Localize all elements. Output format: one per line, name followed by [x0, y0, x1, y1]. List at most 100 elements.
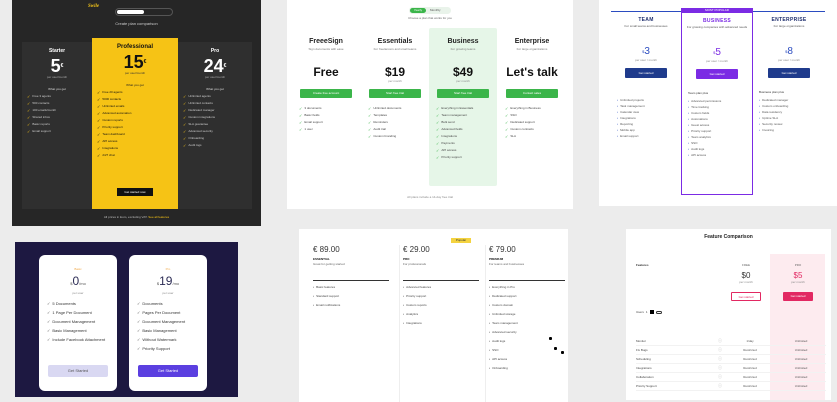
brand-logo: Swile: [88, 4, 100, 9]
plan-price: Free: [313, 65, 339, 79]
table-row: Monitor ⓘ 1/day Unlimited: [636, 337, 826, 346]
toggle-monthly[interactable]: [117, 10, 144, 14]
check-icon: ✓: [27, 101, 31, 106]
list-item: ✓ Basic Management: [47, 328, 87, 333]
start-trial-button[interactable]: Start free trial: [437, 89, 489, 98]
get-started-button[interactable]: Get started: [696, 69, 738, 79]
check-icon: ✓: [299, 106, 303, 111]
check-icon: ✓: [137, 328, 141, 333]
list-item: ✓ Email support: [27, 129, 51, 134]
plan-price: 5€: [50, 56, 64, 76]
toggle-yearly[interactable]: [149, 10, 169, 14]
plan-name: BUSINESS: [703, 18, 731, 24]
get-started-button[interactable]: Get started: [783, 292, 813, 301]
popular-badge: MOST POPULAR: [705, 8, 729, 12]
bullet-icon: •: [403, 321, 405, 325]
plan-period: [501, 79, 563, 85]
slider-handle[interactable]: [649, 310, 654, 314]
bullet-icon: •: [489, 330, 491, 334]
plan-column-free: FREE $0 per month Get started: [722, 263, 770, 301]
check-icon: ✓: [97, 146, 101, 151]
feature-comparison-tile: Feature Comparison Features FREE $0 per …: [626, 229, 831, 400]
start-trial-button[interactable]: Start free trial: [369, 89, 421, 98]
list-item: ✓ 3 documents: [299, 106, 322, 111]
check-icon: •: [759, 104, 761, 108]
feature-list: ✓ 3 documents ✓ Basic fields ✓ Email suppor…: [295, 106, 357, 132]
get-started-button[interactable]: Get started: [768, 68, 810, 78]
plan-card-starter: Starter 5€ per user/month What you get ✓…: [22, 42, 92, 209]
plan-name: Professional: [116, 44, 153, 50]
toggle-yearly[interactable]: Yearly: [410, 8, 426, 13]
list-item: • Audit logs: [489, 339, 506, 343]
bullet-icon: •: [403, 294, 405, 298]
get-started-button[interactable]: Get started: [625, 68, 667, 78]
list-item: • Email notifications: [313, 303, 341, 307]
list-item: • Custom reports: [403, 303, 427, 307]
slider-track[interactable]: [655, 310, 662, 314]
list-item: • Custom onboarding: [759, 104, 789, 108]
plan-card-enterprise: ENTERPRISE For large organizations $8 pe…: [753, 11, 825, 195]
list-item: ✓ Free 20 agents: [97, 90, 123, 95]
toggle-monthly[interactable]: Monthly: [430, 8, 441, 13]
list-item: ✓ Documents: [137, 301, 163, 306]
users-selector[interactable]: Users 1: [636, 310, 662, 314]
list-item: • Audit logs: [688, 147, 705, 151]
get-started-button[interactable]: Get started: [731, 292, 761, 301]
plan-description: For freelancers and small teams: [373, 47, 417, 51]
get-started-button[interactable]: Get started now: [117, 188, 153, 196]
plan-period: [295, 79, 357, 85]
check-icon: ✓: [299, 113, 303, 118]
billing-toggle[interactable]: [115, 8, 173, 16]
feature-list: • Advanced permissions • Time tracking • Cu…: [682, 99, 752, 158]
table-row: Integrations ⓘ Restricted Unlimited: [636, 364, 826, 373]
plan-description: For growing companies with advanced need…: [686, 25, 748, 29]
list-item: • Advanced security: [489, 330, 517, 334]
plan-period: per user / month: [706, 59, 728, 63]
list-item: ✓ Reminders: [368, 120, 388, 125]
check-icon: •: [617, 122, 619, 126]
plan-card-enterprise: Enterprise For large organizations Let's…: [501, 38, 563, 141]
plan-name: Enterprise: [514, 38, 550, 45]
list-item: • Advanced features: [403, 285, 432, 289]
check-icon: ✓: [505, 127, 509, 132]
get-started-button[interactable]: Get Started: [138, 365, 198, 377]
get-started-button[interactable]: Get Started: [48, 365, 108, 377]
contact-sales-button[interactable]: Contact sales: [506, 89, 558, 98]
check-icon: ✓: [47, 319, 51, 324]
check-icon: •: [688, 129, 690, 133]
divider: [313, 280, 389, 281]
plan-description: Sign documents with ease: [308, 47, 344, 51]
list-item: ✓ Unlimited contacts: [183, 101, 213, 106]
list-item: ✓ 1 user: [299, 127, 313, 132]
list-item: ✓ 24/7 chat: [97, 153, 115, 158]
check-icon: ✓: [368, 106, 372, 111]
check-icon: ✓: [27, 122, 31, 127]
list-item: ✓ 5000 contacts: [97, 97, 122, 102]
plan-description: For large organizations: [516, 47, 548, 51]
check-icon: ✓: [368, 134, 372, 139]
see-features-link[interactable]: See all features: [148, 215, 169, 219]
list-item: • Email support: [617, 134, 639, 138]
plan-period: per month: [456, 79, 470, 83]
feature-caption: [611, 90, 681, 95]
list-item: • SSO: [688, 141, 698, 145]
check-icon: ✓: [436, 127, 440, 132]
pricing-tile-team: TEAM For small teams and businesses $3 p…: [599, 0, 837, 206]
create-account-button[interactable]: Create free account: [300, 89, 352, 98]
billing-toggle[interactable]: Yearly Monthly: [409, 7, 451, 14]
check-icon: •: [688, 153, 690, 157]
check-icon: •: [688, 135, 690, 139]
list-item: ✓ Unlimited agents: [183, 94, 211, 99]
list-item: ✓ Pages Per Document: [137, 310, 181, 315]
list-item: • Advanced permissions: [688, 99, 722, 103]
plan-price: € 89.00: [313, 245, 340, 254]
list-item: ✓ SSO: [505, 113, 517, 118]
plan-card-essential: € 89.00 ESSENTIAL Great for getting star…: [313, 245, 395, 402]
plan-period: per month: [791, 280, 805, 284]
bullet-icon: •: [489, 348, 491, 352]
list-item: ✓ Audit logs: [183, 143, 202, 148]
bullet-icon: •: [403, 303, 405, 307]
check-icon: ✓: [183, 101, 187, 106]
list-item: • Priority support: [688, 129, 712, 133]
pricing-tile-euro: Popular € 89.00 ESSENTIAL Great for gett…: [299, 229, 568, 402]
